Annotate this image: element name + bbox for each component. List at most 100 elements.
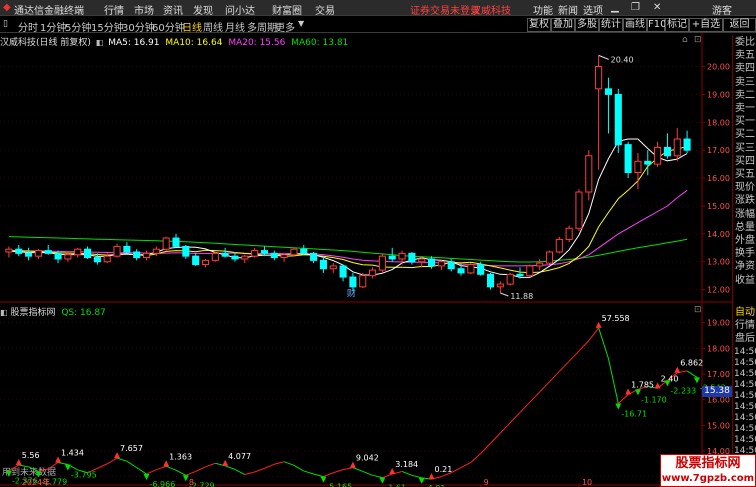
menu-item-wealth[interactable]: 财富圈 [272, 2, 302, 17]
qs-segment [303, 470, 314, 475]
menu-item-function[interactable]: 功能 [533, 2, 553, 17]
overlay-button[interactable]: 叠加 [551, 18, 575, 32]
quote-field-label: 涨幅 [735, 208, 755, 220]
period-multi[interactable]: 多周期 [247, 19, 277, 34]
aux-tab-label: 自动 [735, 307, 755, 318]
qs-segment [588, 327, 600, 341]
menu-item-news[interactable]: 资讯 [163, 2, 183, 17]
period-more[interactable]: 更多 [275, 19, 295, 34]
candle-body [427, 258, 436, 267]
qs-value-label: 0.21 [435, 465, 453, 474]
qs-segment [480, 442, 491, 454]
close-icon[interactable]: ✕ [653, 2, 661, 13]
period-30min[interactable]: 30分钟 [122, 19, 155, 34]
menu-item-trade[interactable]: 交易 [315, 2, 335, 17]
indicator-chart: -2.3765.56-1.7791.434-3.7957.657-6.9661.… [5, 314, 726, 487]
candle-body [408, 252, 416, 263]
y-tick-label: 13.00 [707, 258, 730, 267]
qs-segment [529, 391, 541, 403]
kline-chart[interactable]: 20.4011.88财 -2.3765.56-1.7791.434-3.7957… [0, 33, 732, 487]
qs-segment [323, 472, 334, 478]
y-tick-label: 18.00 [707, 344, 730, 353]
menu-item-options[interactable]: 选项 [583, 2, 603, 17]
menu-item-xiaoda[interactable]: 问小达 [225, 2, 255, 17]
qs-segment [195, 466, 206, 472]
period-fenshi[interactable]: 分时 [18, 19, 38, 34]
candle-body [93, 257, 101, 263]
qs-segment [333, 469, 344, 474]
candle-body [359, 275, 367, 288]
watermark-title: 股票指标网 [675, 456, 741, 471]
candle-body [172, 237, 180, 247]
mark-button[interactable]: 标记 [665, 18, 689, 32]
qs-segment [401, 470, 413, 476]
quote-field-label: 涨跌 [735, 195, 755, 207]
qs-segment [598, 327, 609, 359]
qs-segment [244, 471, 255, 476]
multi-stock-button[interactable]: 多股 [575, 18, 599, 32]
period-1min[interactable]: 1分钟 [40, 19, 66, 34]
candle-body [300, 248, 308, 254]
period-60min[interactable]: 60分钟 [152, 19, 185, 34]
candle-body [260, 250, 269, 254]
period-monthly[interactable]: 月线 [225, 19, 245, 34]
fuquan-button[interactable]: 复权 [527, 18, 551, 32]
qs-segment [97, 463, 108, 469]
candle-body [663, 146, 671, 157]
candle-body [201, 259, 210, 266]
quote-field-label: 买二 [735, 129, 755, 141]
candle-body [644, 160, 652, 165]
qs-segment [254, 467, 265, 473]
qs-segment [38, 468, 49, 472]
menu-item-hq[interactable]: 行情 [104, 2, 124, 17]
candle-body [477, 264, 485, 275]
y-tick-label: 15.00 [707, 421, 730, 430]
period-daily[interactable]: 日线 [182, 19, 202, 34]
panel-toggle-icon[interactable]: ▯ [3, 19, 8, 29]
add-favorite-button[interactable]: +自选 [689, 18, 723, 32]
candle-body [388, 255, 396, 260]
candle-body [54, 252, 62, 260]
qs-value-label: 4.077 [228, 452, 251, 461]
qs-segment [382, 473, 393, 479]
high-pointer [598, 54, 609, 60]
candle-body [418, 258, 426, 263]
stats-button[interactable]: 统计 [599, 18, 623, 32]
back-button[interactable]: 返回 [723, 18, 756, 32]
qs-segment [274, 461, 285, 465]
candle-body [25, 252, 33, 257]
restore-icon[interactable]: ❐ [631, 2, 640, 13]
app-title: 通达信金融终端 [14, 6, 84, 17]
candle-body [123, 245, 131, 253]
draw-line-button[interactable]: 画线 [623, 18, 647, 32]
app-logo-icon: ◆ [3, 2, 11, 13]
qs-segment [18, 464, 29, 468]
menu-item-newsfeed[interactable]: 新闻 [558, 2, 578, 17]
f10-button[interactable]: F10 [647, 18, 666, 32]
high-price-label: 20.40 [611, 55, 634, 64]
candle-body [614, 93, 622, 146]
candle-body [15, 248, 23, 254]
qs-value-label: 1.434 [61, 448, 84, 457]
qs-value-label: 5.56 [22, 451, 40, 460]
menu-item-market[interactable]: 市场 [134, 2, 154, 17]
guest-label[interactable]: 游客 [712, 2, 732, 17]
qs-segment [342, 467, 354, 471]
menu-item-discover[interactable]: 发现 [193, 2, 213, 17]
login-notice[interactable]: 证券交易未登录 [410, 2, 480, 17]
qs-value-label: -6.966 [150, 480, 176, 487]
minimize-icon[interactable]: ▁ [611, 2, 619, 13]
period-weekly[interactable]: 周线 [203, 19, 223, 34]
period-5min[interactable]: 5分钟 [65, 19, 91, 34]
candle-body [585, 155, 593, 193]
qs-segment [283, 461, 295, 466]
candle-body [231, 255, 239, 260]
period-15min[interactable]: 15分钟 [91, 19, 124, 34]
qs-segment [352, 467, 363, 472]
candle-body [34, 250, 42, 257]
candle-body [64, 254, 72, 260]
chevron-down-icon[interactable]: ▼ [298, 19, 304, 28]
qs-value-label: -5.165 [326, 483, 352, 487]
qs-segment [28, 466, 39, 472]
candle-body [182, 245, 190, 257]
